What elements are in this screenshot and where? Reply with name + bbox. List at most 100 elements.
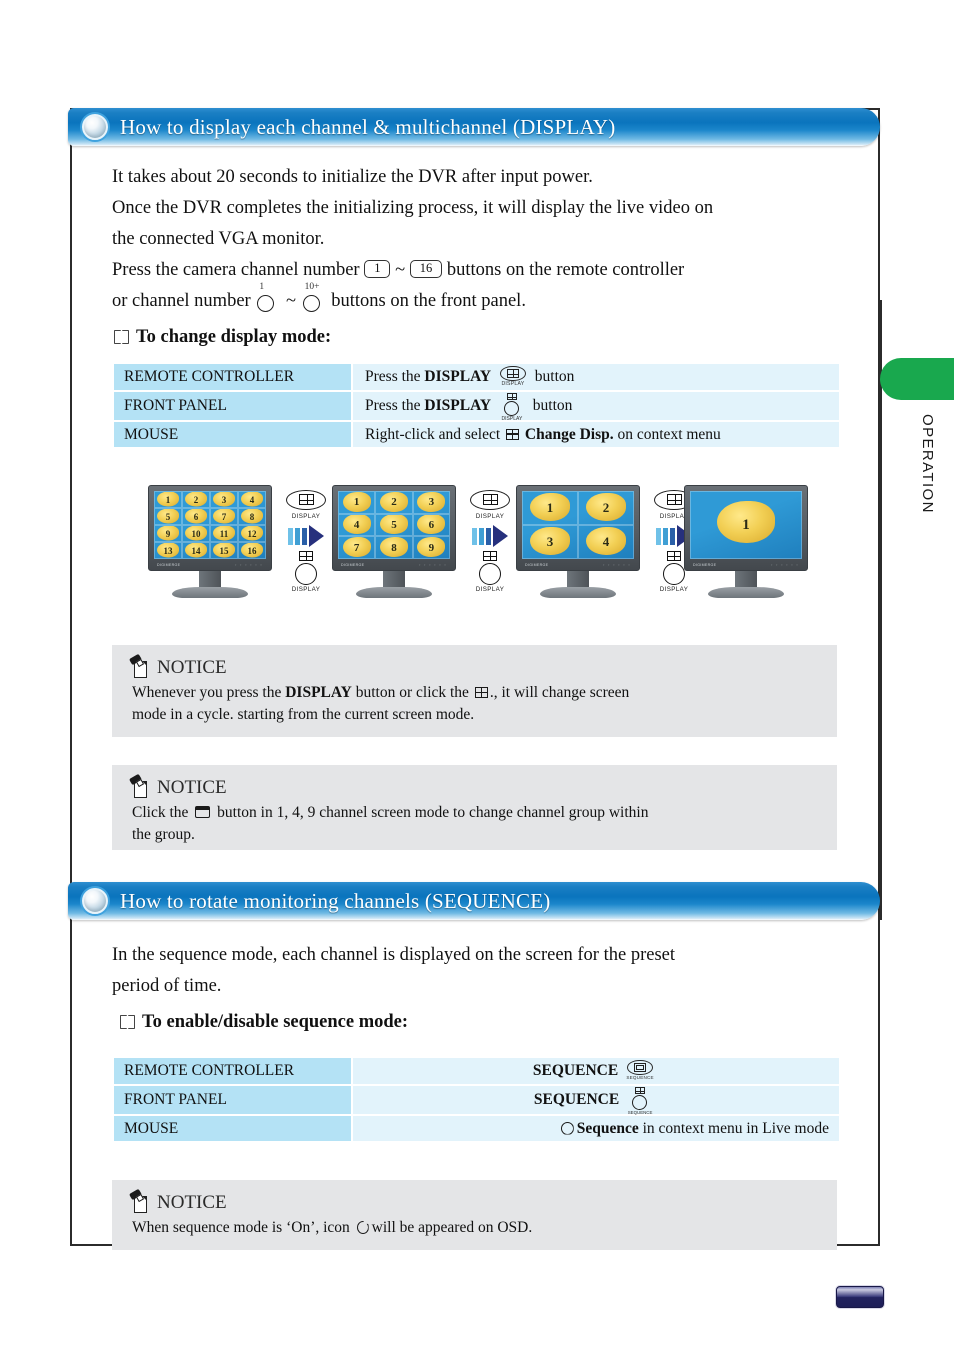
notice-text-bold: DISPLAY: [285, 684, 352, 701]
action-bold: SEQUENCE: [533, 1091, 620, 1108]
remote-key-16: 16: [409, 260, 443, 278]
table-cell-device: FRONT PANEL: [114, 1085, 352, 1116]
paragraph-line-5-pre: or channel number: [112, 291, 251, 311]
display-mode-diagram: 1 2 3 4 5 6 7 8 9 10 11 12 13 14 15 16 DIGIMERGE ◦ ◦ ◦ …: [148, 485, 808, 605]
monitor-controls-label: ◦ ◦ ◦ ◦ ◦ ◦: [770, 562, 799, 567]
9-split-monitor: 1 2 3 4 5 6 7 8 9 DIGIMERGE ◦ ◦ ◦ ◦ ◦ ◦: [332, 485, 456, 598]
paragraph-line-4-post: buttons on the remote controller: [446, 260, 685, 280]
channel-cell: 2: [375, 491, 413, 514]
monitor-controls-label: ◦ ◦ ◦ ◦ ◦ ◦: [602, 562, 631, 567]
action-post: button: [534, 368, 575, 385]
monitor-brand-label: DIGIMERGE: [341, 562, 365, 567]
channel-number: 5: [391, 518, 397, 531]
subheading-text: To enable/disable sequence mode:: [142, 1012, 409, 1032]
notice-pencil-document-icon: [128, 653, 150, 679]
channel-number: 12: [247, 528, 257, 539]
notice-body: Whenever you press the DISPLAY button or…: [112, 679, 837, 726]
notice-line-2: the group.: [132, 826, 195, 843]
action-bold: DISPLAY: [424, 368, 492, 385]
bullet-sphere-icon: [82, 888, 108, 914]
paragraph-line-2: Once the DVR completes the initializing …: [112, 198, 714, 218]
monitor-bezel: 1 2 3 4 DIGIMERGE ◦ ◦ ◦ ◦ ◦ ◦: [516, 485, 640, 571]
display-round-button-icon: [470, 551, 510, 585]
channel-number: 7: [221, 511, 227, 522]
monitor-brand-label: DIGIMERGE: [525, 562, 549, 567]
monitor-neck: [199, 571, 221, 587]
channel-cell: 12: [238, 525, 266, 542]
section-title: How to display each channel & multichann…: [120, 114, 616, 139]
display-round-button-caption: DISPLAY: [501, 416, 523, 422]
table-cell-device: MOUSE: [114, 1115, 352, 1143]
intro-paragraph-sequence: In the sequence mode, each channel is di…: [112, 940, 852, 1002]
channel-cell: 1: [154, 491, 182, 508]
channel-cell: 7: [338, 536, 376, 559]
notice-body: Click the button in 1, 4, 9 channel scre…: [112, 799, 837, 846]
monitor-brand-label: DIGIMERGE: [693, 562, 717, 567]
monitor-neck: [567, 571, 589, 587]
channel-number: 5: [165, 511, 171, 522]
paragraph-line-4-pre: Press the camera channel number: [112, 260, 360, 280]
channel-number: 10: [191, 528, 201, 539]
channel-cell: 4: [338, 513, 376, 537]
channel-number: 4: [602, 534, 610, 549]
channel-cell: 10: [182, 525, 210, 542]
monitor-controls-label: ◦ ◦ ◦ ◦ ◦ ◦: [234, 562, 263, 567]
channel-number: 1: [165, 494, 171, 505]
monitor-bezel: 1 2 3 4 5 6 7 8 9 DIGIMERGE ◦ ◦ ◦ ◦ ◦ ◦: [332, 485, 456, 571]
notice-text-b: button in 1, 4, 9 channel screen mode to…: [217, 804, 649, 821]
channel-number: 2: [193, 494, 199, 505]
monitor-brand-strip: DIGIMERGE ◦ ◦ ◦ ◦ ◦ ◦: [333, 560, 455, 569]
channel-cell: 9: [154, 525, 182, 542]
action-pre: Right-click and select: [365, 425, 501, 443]
table-cell-action: Right-click and select Change Disp. on c…: [351, 421, 839, 449]
monitor-base: [708, 587, 784, 598]
notice-heading: NOTICE: [112, 765, 837, 799]
display-mode-table: REMOTE CONTROLLER Press the DISPLAY DISP…: [114, 364, 839, 449]
monitor-screen: 1 2 3 4 5 6 7 8 9: [338, 491, 450, 559]
channel-number: 4: [353, 518, 360, 531]
channel-cell: 4: [578, 525, 634, 559]
paragraph-line-4: Press the camera channel number 1 ~ 16 b…: [112, 255, 852, 286]
channel-number: 4: [249, 494, 255, 505]
channel-number: 6: [428, 518, 435, 531]
channel-cell: 8: [375, 536, 413, 559]
channel-number: 13: [163, 545, 173, 556]
section-header-sequence: How to rotate monitoring channels (SEQUE…: [68, 882, 880, 920]
monitor-brand-strip: DIGIMERGE ◦ ◦ ◦ ◦ ◦ ◦: [149, 560, 271, 569]
sequence-mode-table: REMOTE CONTROLLER SEQUENCE SEQUENCE FRON…: [114, 1058, 839, 1143]
table-cell-device: FRONT PANEL: [114, 391, 352, 422]
table-row: MOUSE Right-click and select Change Disp…: [114, 421, 839, 449]
notice-body: When sequence mode is ‘On’, icon will be…: [112, 1214, 837, 1239]
transition-arrow-group-1: DISPLAY DISPLAY: [280, 490, 332, 593]
page-number-chip: [836, 1286, 884, 1308]
front-panel-key-1-icon: 1: [257, 282, 279, 312]
book-icon: [114, 330, 129, 344]
monitor-controls-label: ◦ ◦ ◦ ◦ ◦ ◦: [418, 562, 447, 567]
remote-key-1: 1: [364, 260, 391, 278]
action-pre: Press the: [365, 368, 421, 385]
paragraph-line-5: or channel number 1 ~ 10+ buttons on the…: [112, 282, 852, 317]
notice-line-2: mode in a cycle. starting from the curre…: [132, 706, 475, 723]
monitor-brand-strip: DIGIMERGE ◦ ◦ ◦ ◦ ◦ ◦: [685, 560, 807, 569]
channel-number: 3: [546, 534, 554, 549]
monitor-brand-label: DIGIMERGE: [157, 562, 181, 567]
channel-number: 15: [219, 545, 229, 556]
channel-number: 9: [428, 541, 435, 554]
subheading-change-display-mode: To change display mode:: [114, 327, 331, 348]
book-icon: [120, 1015, 135, 1029]
channel-number: 11: [219, 528, 229, 539]
paragraph-line-3: the connected VGA monitor.: [112, 229, 325, 249]
display-oval-button-icon: [470, 490, 510, 512]
action-bold: Sequence: [576, 1119, 639, 1137]
channel-cell: 13: [154, 542, 182, 559]
channel-number: 2: [391, 496, 397, 509]
channel-cell: 2: [182, 491, 210, 508]
channel-cell: 3: [522, 525, 578, 559]
channel-cell: 6: [182, 508, 210, 525]
monitor-screen: 1 2 3 4 5 6 7 8 9 10 11 12 13 14 15 16: [154, 491, 266, 559]
channel-number: 1: [546, 500, 554, 515]
window-button-icon: [195, 806, 211, 818]
display-oval-button-icon: [286, 490, 326, 512]
action-post: on context menu: [617, 425, 721, 443]
table-row: MOUSE Sequence in context menu in Live m…: [114, 1115, 839, 1143]
